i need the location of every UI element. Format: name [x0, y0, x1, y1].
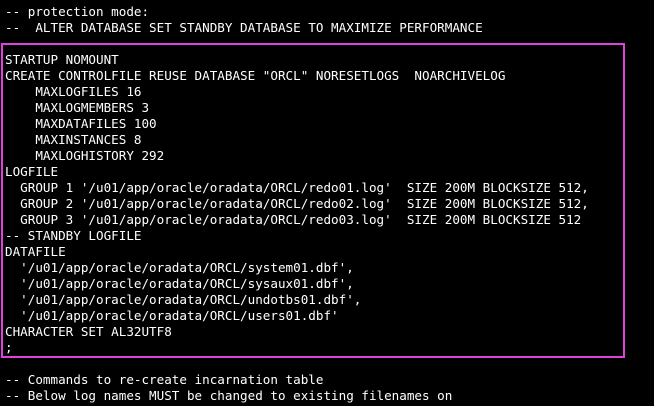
terminal-line: '/u01/app/oracle/oradata/ORCL/users01.db…: [5, 308, 339, 323]
terminal-line: '/u01/app/oracle/oradata/ORCL/sysaux01.d…: [5, 276, 354, 291]
terminal-line: -- ALTER DATABASE SET STANDBY DATABASE T…: [5, 20, 483, 35]
terminal-line: GROUP 3 '/u01/app/oracle/oradata/ORCL/re…: [5, 212, 582, 227]
terminal-line: -- protection mode:: [5, 4, 150, 19]
terminal-window[interactable]: -- protection mode: -- ALTER DATABASE SE…: [0, 0, 654, 406]
terminal-line: GROUP 1 '/u01/app/oracle/oradata/ORCL/re…: [5, 180, 589, 195]
terminal-line: CHARACTER SET AL32UTF8: [5, 324, 172, 339]
terminal-line: MAXLOGFILES 16: [5, 84, 142, 99]
terminal-line: '/u01/app/oracle/oradata/ORCL/undotbs01.…: [5, 292, 362, 307]
terminal-line: MAXLOGHISTORY 292: [5, 148, 165, 163]
terminal-line: GROUP 2 '/u01/app/oracle/oradata/ORCL/re…: [5, 196, 589, 211]
terminal-line: -- STANDBY LOGFILE: [5, 228, 142, 243]
terminal-line: DATAFILE: [5, 244, 66, 259]
terminal-line: MAXLOGMEMBERS 3: [5, 100, 150, 115]
terminal-line: '/u01/app/oracle/oradata/ORCL/system01.d…: [5, 260, 354, 275]
terminal-line: ;: [5, 340, 13, 355]
terminal-line: STARTUP NOMOUNT: [5, 52, 119, 67]
terminal-line: CREATE CONTROLFILE REUSE DATABASE "ORCL"…: [5, 68, 506, 83]
terminal-line: LOGFILE: [5, 164, 59, 179]
terminal-line: MAXDATAFILES 100: [5, 116, 157, 131]
terminal-line: -- Below log names MUST be changed to ex…: [5, 388, 453, 403]
terminal-line: -- Commands to re-create incarnation tab…: [5, 372, 324, 387]
terminal-line: MAXINSTANCES 8: [5, 132, 142, 147]
